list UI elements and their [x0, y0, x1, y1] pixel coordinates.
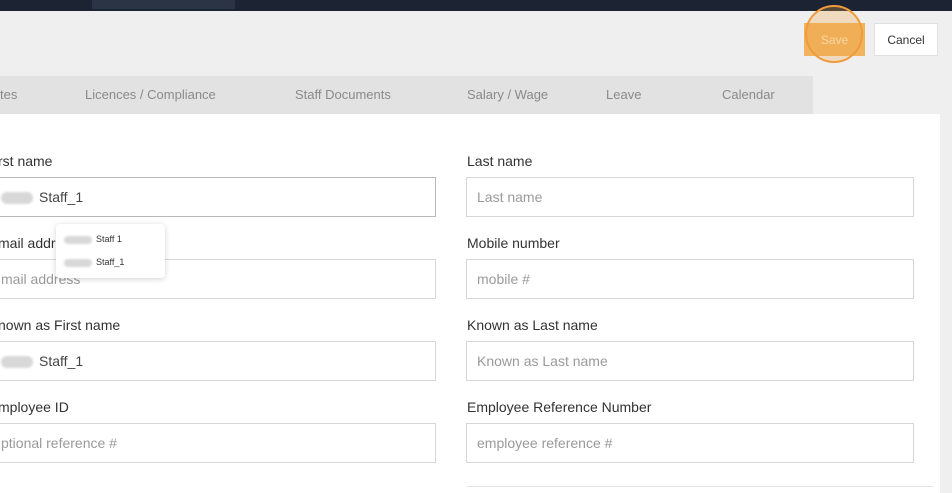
autocomplete-option[interactable]: Staff 1 — [64, 232, 122, 246]
known-first-name-label: nown as First name — [0, 317, 121, 333]
redacted-text — [1, 192, 33, 205]
save-button[interactable]: Save — [804, 23, 865, 56]
top-nav-tab[interactable] — [92, 0, 235, 9]
known-last-name-label: Known as Last name — [467, 317, 598, 333]
first-name-label: rst name — [0, 153, 53, 169]
tab-calendar[interactable]: Calendar — [722, 76, 775, 114]
autocomplete-dropdown: Staff 1 Staff_1 — [56, 224, 165, 278]
tab-salary-wage[interactable]: Salary / Wage — [467, 76, 548, 114]
redacted-text — [1, 356, 33, 369]
employee-id-label: mployee ID — [0, 399, 69, 415]
tab-staff-documents[interactable]: Staff Documents — [295, 76, 391, 114]
top-navigation-bar — [0, 0, 952, 11]
mobile-label: Mobile number — [467, 235, 560, 251]
tab-licences-compliance[interactable]: Licences / Compliance — [85, 76, 216, 114]
tab-notes[interactable]: tes — [0, 76, 17, 114]
redacted-text — [64, 258, 92, 267]
employee-reference-field[interactable]: employee reference # — [466, 423, 914, 463]
tab-leave[interactable]: Leave — [606, 76, 641, 114]
last-name-field[interactable]: Last name — [466, 177, 914, 217]
employee-reference-label: Employee Reference Number — [467, 399, 652, 415]
known-last-name-field[interactable]: Known as Last name — [466, 341, 914, 381]
first-name-field[interactable]: Staff_1 — [0, 177, 436, 217]
redacted-text — [64, 235, 92, 244]
email-label: mail addr — [0, 235, 56, 251]
known-first-name-field[interactable]: Staff_1 — [0, 341, 436, 381]
staff-tab-bar: tes Licences / Compliance Staff Document… — [0, 76, 813, 114]
last-name-label: Last name — [467, 153, 533, 169]
autocomplete-option[interactable]: Staff_1 — [64, 255, 124, 269]
mobile-field[interactable]: mobile # — [466, 259, 914, 299]
employee-id-field[interactable]: ptional reference # — [0, 423, 436, 463]
section-divider — [467, 486, 933, 487]
cancel-button[interactable]: Cancel — [874, 23, 938, 56]
